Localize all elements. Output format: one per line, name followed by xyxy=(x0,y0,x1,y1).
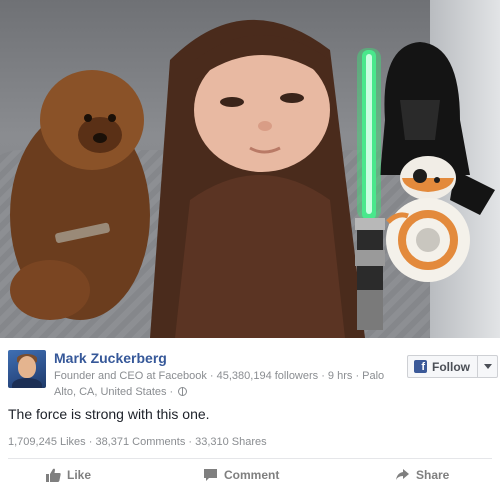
follow-button[interactable]: f Follow xyxy=(408,356,478,377)
like-label: Like xyxy=(67,468,92,482)
follow-label: Follow xyxy=(432,359,470,374)
author-name-link[interactable]: Mark Zuckerberg xyxy=(54,350,167,366)
chewbacca-plush xyxy=(10,70,150,320)
baby-in-robe xyxy=(150,19,365,338)
post-meta: Founder and CEO at Facebook · 45,380,194… xyxy=(54,368,394,400)
action-bar: Like Comment Share xyxy=(0,464,500,490)
globe-icon[interactable] xyxy=(178,387,188,396)
photo-scene xyxy=(10,19,495,338)
green-lightsaber xyxy=(355,48,385,330)
share-label: Share xyxy=(416,468,450,482)
chevron-down-icon xyxy=(483,364,492,369)
speech-bubble-icon xyxy=(204,469,217,481)
divider xyxy=(8,458,492,459)
post-text: The force is strong with this one. xyxy=(8,406,210,422)
follow-options-button[interactable] xyxy=(478,356,497,377)
post-meta-text: Founder and CEO at Facebook · 45,380,194… xyxy=(54,370,385,398)
comment-button[interactable]: Comment xyxy=(203,468,279,482)
like-button[interactable]: Like xyxy=(46,468,91,482)
share-arrow-icon xyxy=(396,469,409,480)
author-avatar[interactable] xyxy=(8,350,46,388)
facebook-icon: f xyxy=(414,360,427,373)
post-photo[interactable] xyxy=(0,0,500,338)
follow-control: f Follow xyxy=(407,355,498,378)
avatar-face xyxy=(18,356,36,378)
thumbs-up-icon xyxy=(46,468,61,482)
share-button[interactable]: Share xyxy=(395,468,449,482)
comment-label: Comment xyxy=(224,468,280,482)
post-stats[interactable]: 1,709,245 Likes · 38,371 Comments · 33,3… xyxy=(8,436,267,448)
avatar-shirt xyxy=(12,378,42,388)
post-card: Mark Zuckerberg Founder and CEO at Faceb… xyxy=(0,338,500,494)
